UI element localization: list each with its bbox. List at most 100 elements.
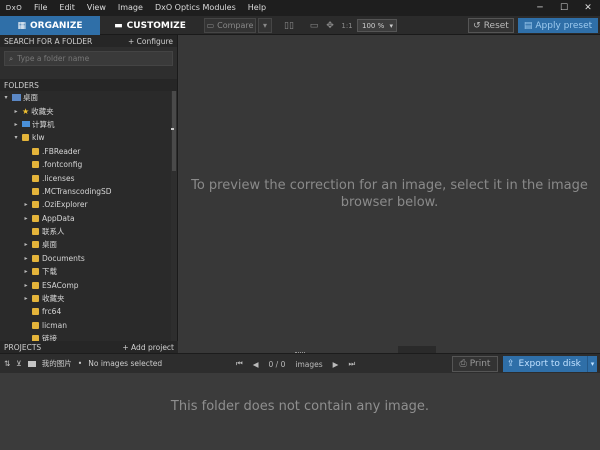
export-to-disk-button[interactable]: ⇪ Export to disk ▾ xyxy=(503,356,597,372)
compare-label: Compare xyxy=(217,21,254,30)
folder-tree-item[interactable]: licman xyxy=(0,319,177,332)
previous-page-icon[interactable]: ◀ xyxy=(253,360,259,369)
folder-icon xyxy=(32,147,39,155)
search-wrap: ⌕ Type a folder name xyxy=(0,47,177,71)
first-page-icon[interactable]: ⏮ xyxy=(236,359,243,369)
folder-tree-item[interactable]: ▸ ★ 收藏夹 xyxy=(0,104,177,117)
chevron-right-icon[interactable]: ▸ xyxy=(22,201,30,208)
print-button[interactable]: ⎙ Print xyxy=(452,356,498,372)
folder-tree-item-label: 收藏夹 xyxy=(31,106,54,116)
add-project-link[interactable]: + Add project xyxy=(122,343,174,352)
zoom-select[interactable]: 100 % ▾ xyxy=(357,19,397,32)
menu-help[interactable]: Help xyxy=(242,0,272,16)
folder-tree-item-label: .licenses xyxy=(42,173,75,183)
image-viewer: To preview the correction for an image, … xyxy=(171,35,600,353)
folder-tree-item[interactable]: ▸ ESAComp xyxy=(0,278,177,291)
menu-dxo-optics-modules[interactable]: DxO Optics Modules xyxy=(149,0,242,16)
chevron-right-icon[interactable]: ▸ xyxy=(22,268,30,275)
chevron-right-icon[interactable]: ▸ xyxy=(22,255,30,262)
folder-tree-item[interactable]: 联系人 xyxy=(0,225,177,238)
folder-tree-item[interactable]: ▾ klw xyxy=(0,131,177,144)
viewer-message: To preview the correction for an image, … xyxy=(179,177,600,211)
reset-button[interactable]: ↺ Reset xyxy=(468,18,514,33)
print-label: Print xyxy=(469,359,491,369)
folder-tree-item[interactable]: ▸ 桌面 xyxy=(0,238,177,251)
page-counter: 0 / 0 xyxy=(268,359,286,369)
tree-scrollbar-thumb[interactable] xyxy=(172,91,176,171)
minimize-icon[interactable]: ─ xyxy=(528,0,552,16)
chevron-down-icon[interactable]: ▾ xyxy=(2,94,10,101)
menu-image[interactable]: Image xyxy=(112,0,149,16)
folder-tree-item[interactable]: .licenses xyxy=(0,171,177,184)
chevron-right-icon[interactable]: ▸ xyxy=(22,215,30,222)
folder-tree-item[interactable]: ▸ 收藏夹 xyxy=(0,292,177,305)
customize-icon: ▬ xyxy=(114,20,123,31)
panel-collapse-handle[interactable] xyxy=(171,128,174,130)
apply-preset-button[interactable]: ▤ Apply preset xyxy=(518,18,598,33)
compare-button[interactable]: ▭ Compare xyxy=(204,18,256,33)
folder-icon xyxy=(27,360,36,367)
image-browser: This folder does not contain any image. xyxy=(0,373,600,450)
folder-icon xyxy=(32,295,39,303)
folder-tree-item-label: .OziExplorer xyxy=(42,200,88,210)
filter-icon[interactable]: ⊻ xyxy=(16,359,22,368)
folder-tree-item-label: .FBReader xyxy=(42,146,81,156)
folder-tree-item[interactable]: .fontconfig xyxy=(0,158,177,171)
folder-tree-item[interactable]: frc64 xyxy=(0,305,177,318)
next-page-icon[interactable]: ▶ xyxy=(333,360,339,369)
folder-tree-item-label: licman xyxy=(42,320,67,330)
folder-icon xyxy=(22,134,29,142)
chevron-right-icon[interactable]: ▸ xyxy=(22,282,30,289)
maximize-icon[interactable]: ☐ xyxy=(552,0,576,16)
search-placeholder: Type a folder name xyxy=(17,54,90,63)
move-icon[interactable]: ✥ xyxy=(324,18,336,33)
folder-tree-item[interactable]: ▸ .OziExplorer xyxy=(0,198,177,211)
folder-tree-item[interactable]: ▸ 下载 xyxy=(0,265,177,278)
grid-icon: ▦ xyxy=(17,20,26,31)
folder-tree-item-label: 桌面 xyxy=(42,240,57,250)
images-label: images xyxy=(295,359,323,369)
app-logo: DxO xyxy=(5,4,23,12)
current-folder-name: 我的图片 xyxy=(41,359,72,368)
chevron-right-icon[interactable]: ▸ xyxy=(22,241,30,248)
split-view-icon[interactable]: ▯▯ xyxy=(282,18,296,33)
chevron-right-icon[interactable]: ▸ xyxy=(12,121,20,128)
desktop-icon xyxy=(12,94,21,102)
chevron-down-icon: ▾ xyxy=(389,21,393,30)
toolbar: ▦ ORGANIZE ▬ CUSTOMIZE ▭ Compare ▾ ▯▯ ▭ … xyxy=(0,16,600,35)
tab-customize-label: CUSTOMIZE xyxy=(126,20,186,31)
folder-tree-item[interactable]: ▸ AppData xyxy=(0,212,177,225)
folder-tree-item-label: 收藏夹 xyxy=(42,294,65,304)
menu-view[interactable]: View xyxy=(81,0,112,16)
fit-icon[interactable]: ▭ xyxy=(308,18,320,33)
bullet-separator: • xyxy=(77,359,83,368)
folder-tree-item[interactable]: .MCTranscodingSD xyxy=(0,185,177,198)
folder-tree-item[interactable]: ▸ 计算机 xyxy=(0,118,177,131)
search-icon: ⌕ xyxy=(9,53,14,63)
folder-tree-item-label: 计算机 xyxy=(32,119,55,129)
last-page-icon[interactable]: ⏭ xyxy=(348,359,355,369)
folder-icon xyxy=(32,308,39,316)
browser-left-controls: ⇅ ⊻ 我的图片 • No images selected xyxy=(0,358,162,369)
selection-status: No images selected xyxy=(88,359,163,368)
tab-customize[interactable]: ▬ CUSTOMIZE xyxy=(100,16,200,35)
folder-tree-item[interactable]: ▸ Documents xyxy=(0,252,177,265)
sort-icon[interactable]: ⇅ xyxy=(4,359,10,368)
menu-edit[interactable]: Edit xyxy=(53,0,81,16)
one-to-one-zoom[interactable]: 1:1 xyxy=(340,18,354,33)
chevron-down-icon[interactable]: ▾ xyxy=(12,134,20,141)
folder-tree-item[interactable]: ▾ 桌面 xyxy=(0,91,177,104)
folder-tree-item[interactable]: .FBReader xyxy=(0,145,177,158)
configure-link[interactable]: + Configure xyxy=(128,37,173,46)
chevron-down-icon[interactable]: ▾ xyxy=(587,356,597,372)
chevron-right-icon[interactable]: ▸ xyxy=(12,108,20,115)
tab-organize[interactable]: ▦ ORGANIZE xyxy=(0,16,100,35)
folder-icon xyxy=(32,214,39,222)
chevron-right-icon[interactable]: ▸ xyxy=(22,295,30,302)
menu-file[interactable]: File xyxy=(28,0,53,16)
close-icon[interactable]: ✕ xyxy=(576,0,600,16)
folder-icon xyxy=(32,281,39,289)
preset-icon: ▤ xyxy=(523,20,533,31)
folder-search-input[interactable]: ⌕ Type a folder name xyxy=(4,51,173,66)
compare-dropdown[interactable]: ▾ xyxy=(258,18,272,33)
